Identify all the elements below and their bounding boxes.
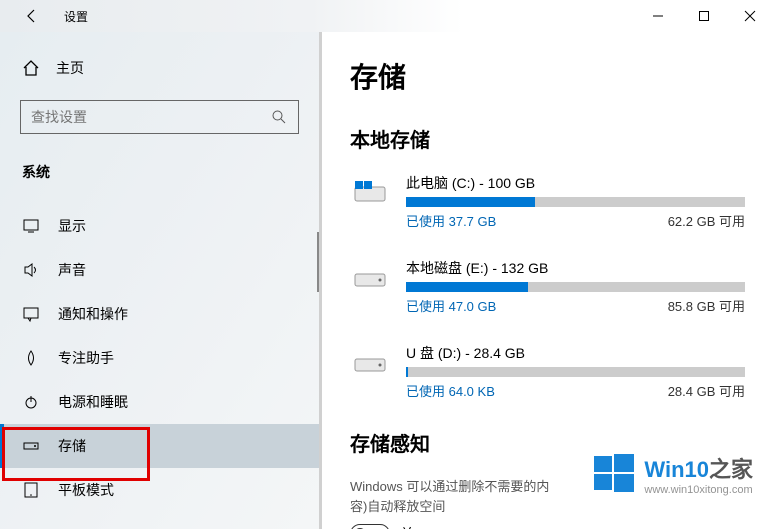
tablet-icon (22, 481, 40, 499)
usage-bar (406, 367, 745, 377)
sidebar-item-label: 电源和睡眠 (58, 392, 128, 412)
home-label: 主页 (56, 58, 84, 78)
close-button[interactable] (727, 0, 773, 32)
drive-row[interactable]: 此电脑 (C:) - 100 GB 已使用 37.7 GB 62.2 GB 可用 (350, 173, 745, 230)
drive-row[interactable]: 本地磁盘 (E:) - 132 GB 已使用 47.0 GB 85.8 GB 可用 (350, 258, 745, 315)
search-input[interactable] (20, 100, 299, 134)
storage-sense-description: Windows 可以通过删除不需要的内容)自动释放空间 (350, 477, 550, 516)
notifications-icon (22, 305, 40, 323)
category-heading: 系统 (0, 142, 319, 192)
watermark-brand-b: 之家 (709, 457, 753, 482)
sound-icon (22, 261, 40, 279)
window-title: 设置 (64, 8, 88, 25)
drive-icon (350, 177, 390, 209)
page-title: 存储 (350, 56, 745, 96)
sidebar-item-label: 声音 (58, 260, 86, 280)
drive-icon (350, 262, 390, 294)
power-icon (22, 393, 40, 411)
content-pane: 存储 本地存储 此电脑 (C:) - 100 GB 已使用 37.7 GB 62.2… (322, 32, 773, 529)
focus-icon (22, 349, 40, 367)
display-icon (22, 217, 40, 235)
sidebar-item-display[interactable]: 显示 (0, 204, 319, 248)
used-label: 已使用 64.0 KB (406, 381, 495, 400)
free-label: 62.2 GB 可用 (668, 211, 745, 230)
sidebar-item-notifications[interactable]: 通知和操作 (0, 292, 319, 336)
windows-logo-icon (590, 448, 638, 499)
drive-icon (350, 347, 390, 379)
watermark-url: www.win10xitong.com (644, 484, 753, 496)
usage-bar (406, 282, 745, 292)
used-label: 已使用 37.7 GB (406, 211, 496, 230)
home-icon (22, 59, 40, 77)
usage-bar (406, 197, 745, 207)
minimize-button[interactable] (635, 0, 681, 32)
scrollbar-thumb[interactable] (317, 232, 319, 292)
sidebar-item-label: 显示 (58, 216, 86, 236)
sidebar: 主页 系统 显示 声音 通知和操作 (0, 32, 322, 529)
sidebar-item-sound[interactable]: 声音 (0, 248, 319, 292)
used-label: 已使用 47.0 GB (406, 296, 496, 315)
watermark-brand-a: Win10 (644, 457, 709, 482)
sidebar-item-label: 通知和操作 (58, 304, 128, 324)
drive-row[interactable]: U 盘 (D:) - 28.4 GB 已使用 64.0 KB 28.4 GB 可用 (350, 343, 745, 400)
storage-sense-toggle[interactable] (350, 524, 390, 529)
sidebar-item-storage[interactable]: 存储 (0, 424, 319, 468)
drive-title: 本地磁盘 (E:) - 132 GB (406, 258, 745, 278)
search-field[interactable] (31, 109, 262, 125)
sidebar-item-power[interactable]: 电源和睡眠 (0, 380, 319, 424)
free-label: 28.4 GB 可用 (668, 381, 745, 400)
free-label: 85.8 GB 可用 (668, 296, 745, 315)
sidebar-item-tablet[interactable]: 平板模式 (0, 468, 319, 512)
sidebar-item-label: 存储 (58, 436, 86, 456)
maximize-button[interactable] (681, 0, 727, 32)
watermark: Win10之家 www.win10xitong.com (590, 448, 753, 499)
home-link[interactable]: 主页 (0, 48, 319, 88)
toggle-label: 关 (400, 524, 414, 529)
sidebar-item-label: 专注助手 (58, 348, 114, 368)
nav-list: 显示 声音 通知和操作 专注助手 电源和睡眠 (0, 204, 319, 512)
search-icon (270, 108, 288, 126)
drive-title: 此电脑 (C:) - 100 GB (406, 173, 745, 193)
titlebar: 设置 (0, 0, 773, 32)
sidebar-item-label: 平板模式 (58, 480, 114, 500)
storage-icon (22, 437, 40, 455)
sidebar-item-focus[interactable]: 专注助手 (0, 336, 319, 380)
drive-title: U 盘 (D:) - 28.4 GB (406, 343, 745, 363)
section-local-storage: 本地存储 (350, 124, 745, 153)
back-button[interactable] (16, 0, 48, 32)
